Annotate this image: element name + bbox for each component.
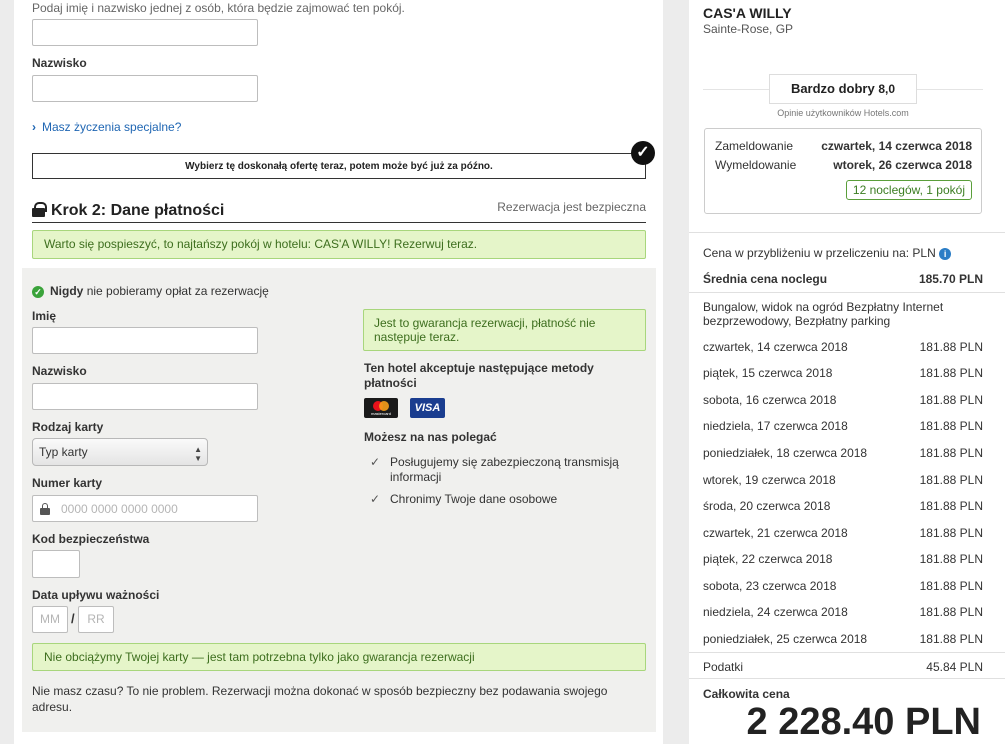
total-price: 2 228.40 PLN bbox=[746, 701, 981, 743]
first-name-input[interactable] bbox=[32, 327, 258, 354]
step2-title: Krok 2: Dane płatności bbox=[32, 202, 224, 220]
check-icon: ✓ bbox=[370, 492, 381, 506]
security-code-input[interactable] bbox=[32, 550, 80, 578]
booking-form: Podaj imię i nazwisko jednej z osób, któ… bbox=[14, 0, 663, 744]
guest-last-name-input[interactable] bbox=[32, 75, 258, 102]
guest-last-name-label: Nazwisko bbox=[32, 56, 87, 70]
no-time-text: Nie masz czasu? To nie problem. Rezerwac… bbox=[32, 684, 608, 714]
card-type-select[interactable]: Typ karty ▲ ▼ bbox=[32, 438, 208, 466]
mastercard-logo: mastercard bbox=[364, 398, 398, 418]
night-price-row: niedziela, 17 czerwca 2018 181.88 PLN bbox=[703, 419, 983, 433]
rating-badge: Bardzo dobry 8,0 bbox=[769, 74, 917, 104]
visa-logo: VISA bbox=[410, 398, 445, 418]
night-price-row: sobota, 23 czerwca 2018 181.88 PLN bbox=[703, 579, 983, 593]
secure-text: Rezerwacja jest bezpieczna bbox=[497, 200, 646, 214]
night-price-row: czwartek, 21 czerwca 2018 181.88 PLN bbox=[703, 526, 983, 540]
night-price-row: środa, 20 czerwca 2018 181.88 PLN bbox=[703, 499, 983, 513]
night-price-row: wtorek, 19 czerwca 2018 181.88 PLN bbox=[703, 473, 983, 487]
divider bbox=[689, 232, 1005, 233]
checkin-label: Zameldowanie bbox=[715, 139, 794, 153]
trust-title: Możesz na nas polegać bbox=[364, 430, 497, 444]
expiry-separator: / bbox=[71, 611, 75, 626]
special-requests-link[interactable]: › Masz życzenia specjalne? bbox=[32, 120, 181, 134]
divider bbox=[689, 678, 1005, 679]
divider bbox=[32, 222, 646, 223]
expiry-month-input[interactable]: MM bbox=[32, 606, 68, 633]
guarantee-note: Jest to gwarancja rezerwacji, płatność n… bbox=[363, 309, 646, 351]
guest-hint: Podaj imię i nazwisko jednej z osób, któ… bbox=[32, 1, 405, 15]
expiry-year-input[interactable]: RR bbox=[78, 606, 114, 633]
lock-icon bbox=[40, 503, 50, 515]
check-circle-icon: ✓ bbox=[32, 286, 44, 298]
hurry-note: Warto się pospieszyć, to najtańszy pokój… bbox=[32, 230, 646, 259]
hotel-name: CAS'A WILLY bbox=[703, 5, 792, 21]
card-type-label: Rodzaj karty bbox=[32, 420, 104, 434]
card-number-input[interactable]: 0000 0000 0000 0000 bbox=[32, 495, 258, 522]
divider bbox=[689, 652, 1005, 653]
currency-note: Cena w przybliżeniu w przeliczeniu na: P… bbox=[703, 246, 952, 260]
rating-source: Opinie użytkowników Hotels.com bbox=[777, 108, 909, 118]
guest-first-name-input[interactable] bbox=[32, 19, 258, 46]
no-charge-note: Nie obciążymy Twojej karty — jest tam po… bbox=[32, 643, 646, 671]
select-arrows-icon: ▲ ▼ bbox=[194, 445, 202, 463]
trust-item: ✓ Chronimy Twoje dane osobowe bbox=[370, 492, 558, 506]
checkin-date: czwartek, 14 czerwca 2018 bbox=[821, 139, 972, 153]
card-number-label: Numer karty bbox=[32, 476, 103, 490]
booking-summary: CAS'A WILLY Sainte-Rose, GP Bardzo dobry… bbox=[689, 0, 1005, 744]
trust-item: ✓ Posługujemy się zabezpieczoną transmis… bbox=[370, 455, 619, 484]
avg-price-row: Średnia cena noclegu 185.70 PLN bbox=[703, 272, 983, 286]
first-name-label: Imię bbox=[32, 309, 57, 323]
chevron-right-icon: › bbox=[32, 120, 36, 134]
lock-icon bbox=[32, 202, 47, 217]
taxes-row: Podatki 45.84 PLN bbox=[703, 660, 983, 674]
check-icon: ✓ bbox=[370, 455, 381, 469]
card-number-placeholder: 0000 0000 0000 0000 bbox=[61, 502, 178, 516]
check-circle-icon: ✓ bbox=[631, 141, 655, 165]
checkout-date: wtorek, 26 czerwca 2018 bbox=[833, 158, 972, 172]
payment-methods-title: Ten hotel akceptuje następujące metody p… bbox=[364, 361, 594, 390]
night-price-row: piątek, 22 czerwca 2018 181.88 PLN bbox=[703, 552, 983, 566]
total-label: Całkowita cena bbox=[703, 687, 790, 701]
hotel-location: Sainte-Rose, GP bbox=[703, 22, 794, 36]
night-price-row: niedziela, 24 czerwca 2018 181.88 PLN bbox=[703, 605, 983, 619]
stay-dates-box: Zameldowanie czwartek, 14 czerwca 2018 W… bbox=[704, 128, 982, 214]
info-icon[interactable]: i bbox=[939, 248, 952, 260]
room-description: Bungalow, widok na ogród Bezpłatny Inter… bbox=[703, 300, 944, 328]
checkout-label: Wymeldowanie bbox=[715, 158, 797, 172]
divider bbox=[689, 292, 1005, 293]
night-price-row: sobota, 16 czerwca 2018 181.88 PLN bbox=[703, 393, 983, 407]
offer-banner: Wybierz tę doskonałą ofertę teraz, potem… bbox=[32, 153, 646, 179]
night-price-row: poniedziałek, 25 czerwca 2018 181.88 PLN bbox=[703, 632, 983, 646]
last-name-label: Nazwisko bbox=[32, 364, 87, 378]
security-code-label: Kod bezpieczeństwa bbox=[32, 532, 150, 546]
night-price-row: piątek, 15 czerwca 2018 181.88 PLN bbox=[703, 366, 983, 380]
nights-badge: 12 noclegów, 1 pokój bbox=[845, 180, 972, 200]
expiry-label: Data upływu ważności bbox=[32, 588, 160, 602]
never-charge-text: ✓ Nigdy nie pobieramy opłat za rezerwację bbox=[32, 284, 269, 298]
night-price-row: poniedziałek, 18 czerwca 2018 181.88 PLN bbox=[703, 446, 983, 460]
night-price-row: czwartek, 14 czerwca 2018 181.88 PLN bbox=[703, 340, 983, 354]
last-name-input[interactable] bbox=[32, 383, 258, 410]
